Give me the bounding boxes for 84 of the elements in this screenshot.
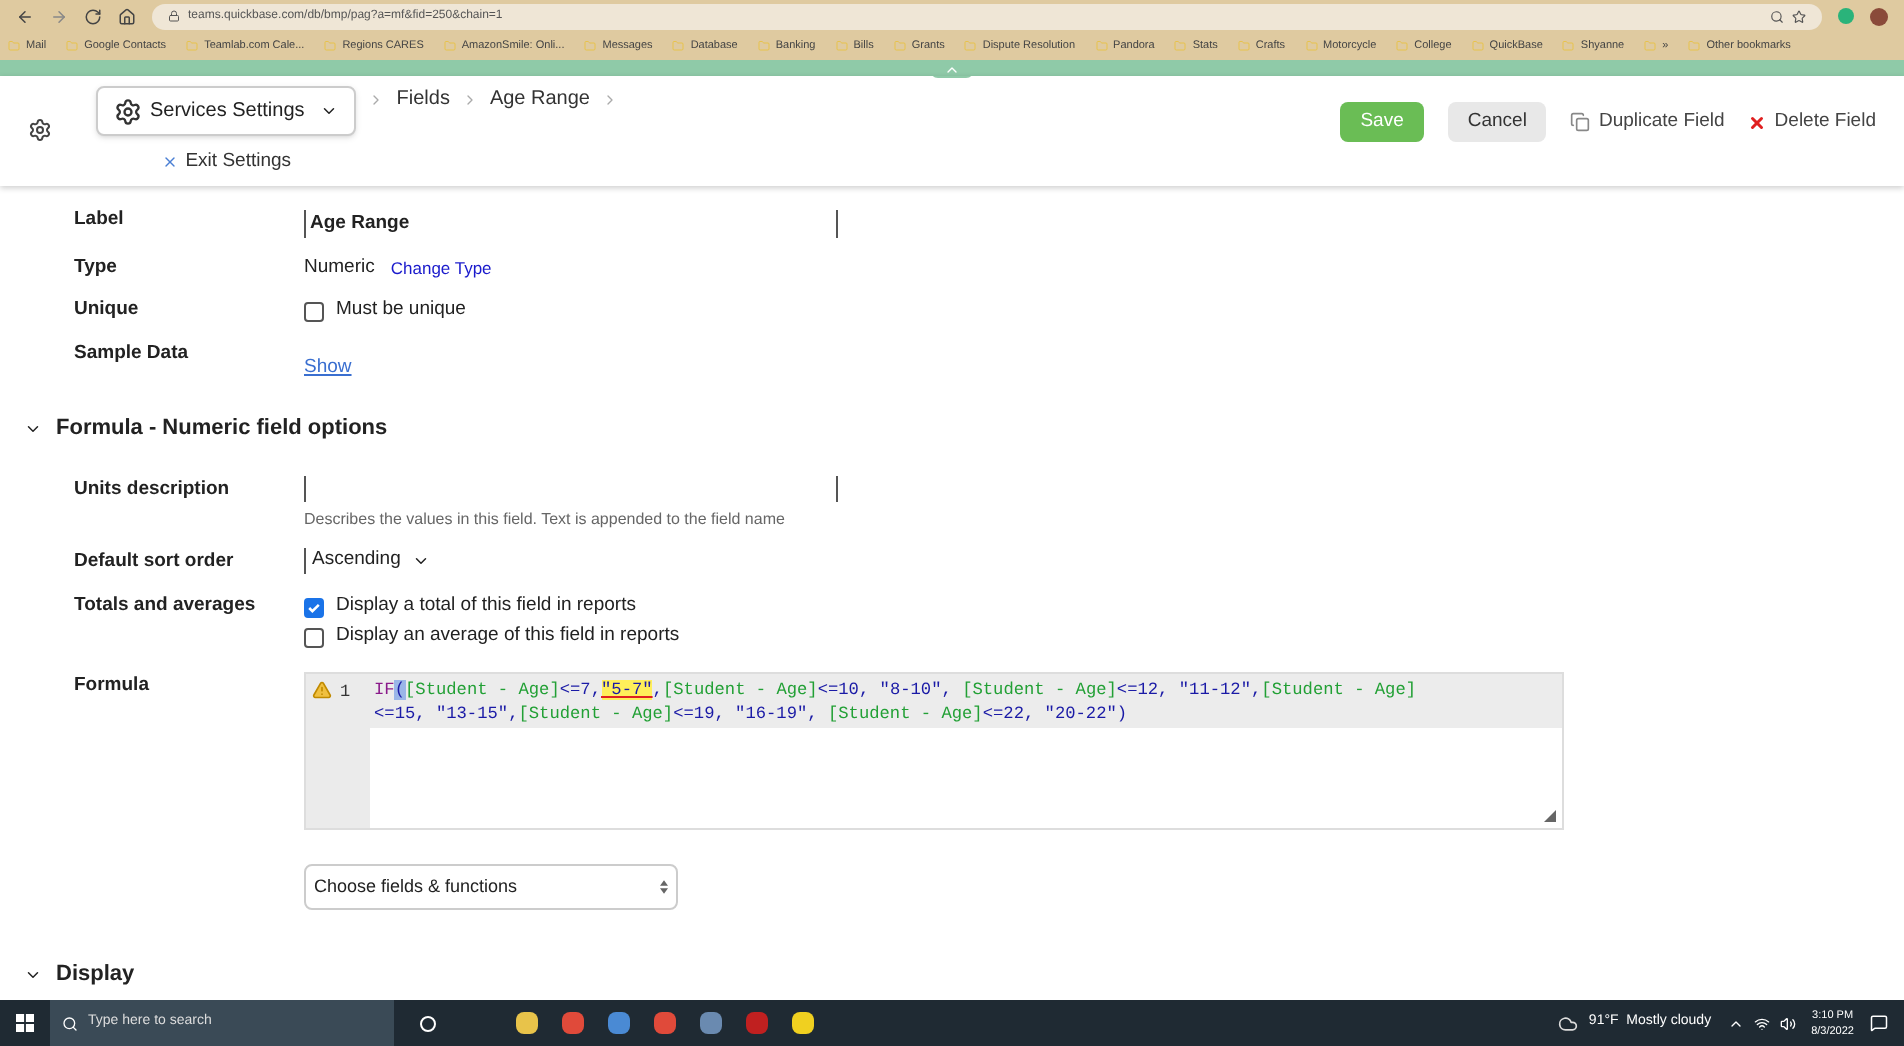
checkbox-label: Display an average of this field in reports xyxy=(336,622,680,651)
duplicate-field-button[interactable]: Duplicate Field xyxy=(1570,107,1725,137)
chevron-icon xyxy=(602,91,618,107)
line-number: 1 xyxy=(340,680,351,706)
folder-icon xyxy=(893,40,906,52)
exit-settings-link[interactable]: Exit Settings xyxy=(161,148,292,177)
delete-field-button[interactable]: Delete Field xyxy=(1748,107,1876,137)
windows-icon[interactable] xyxy=(16,1014,34,1032)
cancel-button[interactable]: Cancel xyxy=(1447,102,1547,142)
taskbar-app-icon[interactable] xyxy=(700,1012,722,1034)
folder-icon xyxy=(66,40,79,52)
folder-icon xyxy=(1396,40,1409,52)
checkbox-label: Display a total of this field in reports xyxy=(336,592,636,621)
code-line: <=15, "13-15",[Student - Age]<=19, "16-19", [Student - Age]<=22, "20-22") xyxy=(374,702,1130,726)
units-input[interactable] xyxy=(304,476,838,502)
change-type-link[interactable]: Change Type xyxy=(390,255,492,281)
taskview-icon[interactable] xyxy=(420,1015,436,1031)
resize-handle-icon[interactable] xyxy=(1544,810,1556,822)
show-link[interactable]: Show xyxy=(304,354,352,383)
taskbar-app-icon[interactable] xyxy=(608,1012,630,1034)
lock-icon xyxy=(168,10,180,22)
folder-icon xyxy=(1095,40,1108,52)
field-label: Units description xyxy=(74,476,232,504)
folder-icon xyxy=(1688,40,1701,52)
folder-icon xyxy=(1562,40,1575,52)
app-menu-button[interactable]: Services Settings xyxy=(96,86,357,136)
caret-icon xyxy=(320,102,339,120)
checkbox[interactable] xyxy=(304,597,324,617)
copy-icon xyxy=(1570,112,1591,132)
folder-icon xyxy=(964,40,977,52)
folder-icon xyxy=(324,40,337,52)
taskbar-app-icon[interactable] xyxy=(516,1012,538,1034)
folder-icon xyxy=(1174,40,1187,52)
folder-icon xyxy=(672,40,685,52)
checkbox[interactable] xyxy=(304,627,324,647)
search-icon xyxy=(62,1015,78,1031)
home-icon[interactable] xyxy=(118,7,136,25)
warning-icon xyxy=(312,680,332,700)
folder-icon xyxy=(1237,40,1250,52)
sort-order-select[interactable]: Ascending xyxy=(304,548,431,574)
profile-avatar[interactable] xyxy=(1870,7,1888,25)
field-label: Totals and averages xyxy=(74,592,258,620)
field-label: Unique xyxy=(74,296,141,324)
close-icon xyxy=(161,154,178,171)
checkbox-label: Must be unique xyxy=(336,296,466,325)
folder-icon xyxy=(757,40,770,52)
settings-icon[interactable] xyxy=(28,118,52,142)
back-icon[interactable] xyxy=(16,7,34,25)
breadcrumb[interactable]: Fields xyxy=(396,84,450,114)
sort-arrows-icon xyxy=(660,880,668,894)
folder-icon xyxy=(584,40,597,52)
code-line: IF([Student - Age]<=7,"5-7",[Student - Age]<=10, "8-10", [Student - Age]<=12, "11-12",[Student - Age] xyxy=(374,678,1419,702)
weather-icon xyxy=(1558,1013,1579,1033)
folder-icon xyxy=(1644,40,1657,52)
section-toggle[interactable]: Formula - Numeric field options xyxy=(0,408,388,448)
help-text: Describes the values in this field. Text is appended to the field name xyxy=(304,508,787,532)
folder-icon xyxy=(443,40,456,52)
zoom-icon[interactable] xyxy=(1770,9,1784,23)
folder-icon xyxy=(1471,40,1484,52)
network-icon[interactable] xyxy=(1753,1015,1770,1031)
reload-icon[interactable] xyxy=(84,7,102,25)
field-label: Sample Data xyxy=(74,340,191,368)
caret-icon xyxy=(412,552,431,570)
section-toggle[interactable]: Display xyxy=(0,960,135,988)
folder-icon xyxy=(8,40,20,52)
field-label: Default sort order xyxy=(74,548,236,576)
folder-icon xyxy=(835,40,848,52)
formula-editor[interactable]: 1 IF([Student - Age]<=7,"5-7",[Student - Age]<=10, "8-10", [Student - Age]<=12, "11-12",[Student - Age] <=15, "13-15",[Student - Age]<=19, "16-19", [Student - Age]<=22, "20-22") xyxy=(304,672,1564,830)
label-input[interactable]: Age Range xyxy=(304,210,838,238)
fields-functions-select[interactable]: Choose fields & functions xyxy=(304,864,678,910)
notifications-icon[interactable] xyxy=(1870,1014,1888,1032)
field-label: Label xyxy=(74,206,126,234)
field-label: Formula xyxy=(74,672,152,700)
field-label: Type xyxy=(74,254,119,282)
close-icon xyxy=(1748,113,1767,131)
type-value: Numeric xyxy=(304,254,375,282)
volume-icon[interactable] xyxy=(1779,1015,1796,1031)
gear-icon xyxy=(114,97,142,125)
folder-icon xyxy=(1305,40,1318,52)
star-icon[interactable] xyxy=(1792,9,1806,23)
taskbar-app-icon[interactable] xyxy=(792,1012,814,1034)
checkbox[interactable] xyxy=(304,301,324,321)
breadcrumb[interactable]: Age Range xyxy=(489,84,590,114)
folder-icon xyxy=(186,40,199,52)
